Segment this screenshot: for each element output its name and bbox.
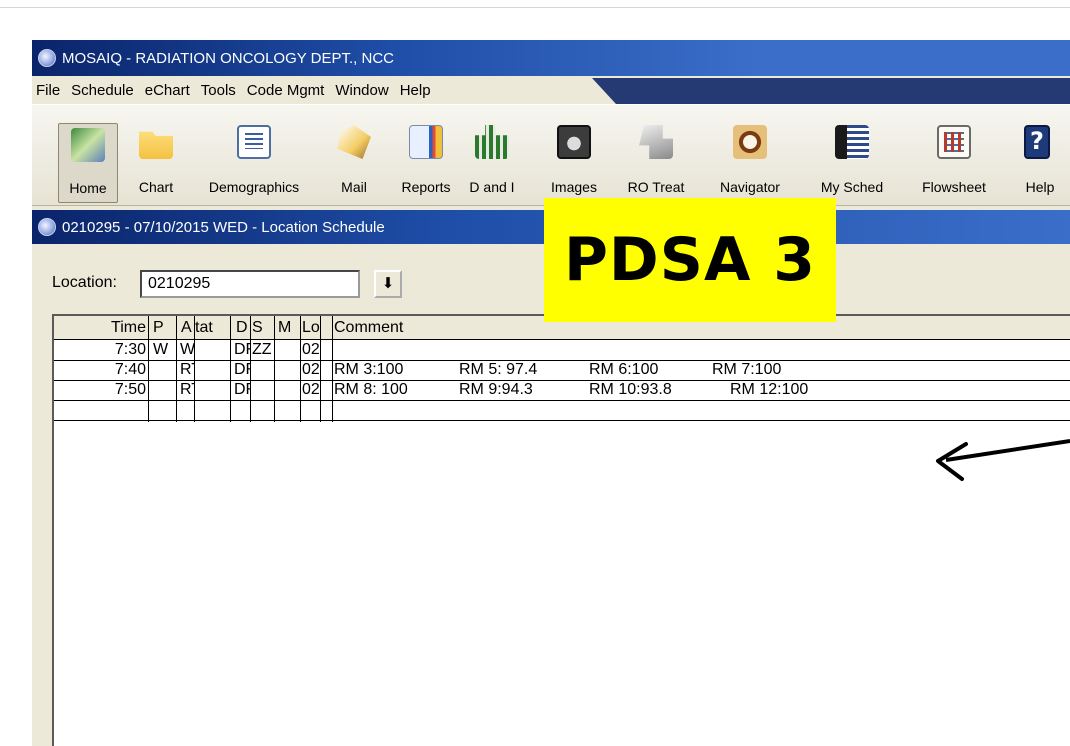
arrow-head xyxy=(936,442,968,481)
callout-arrow xyxy=(936,439,1070,481)
